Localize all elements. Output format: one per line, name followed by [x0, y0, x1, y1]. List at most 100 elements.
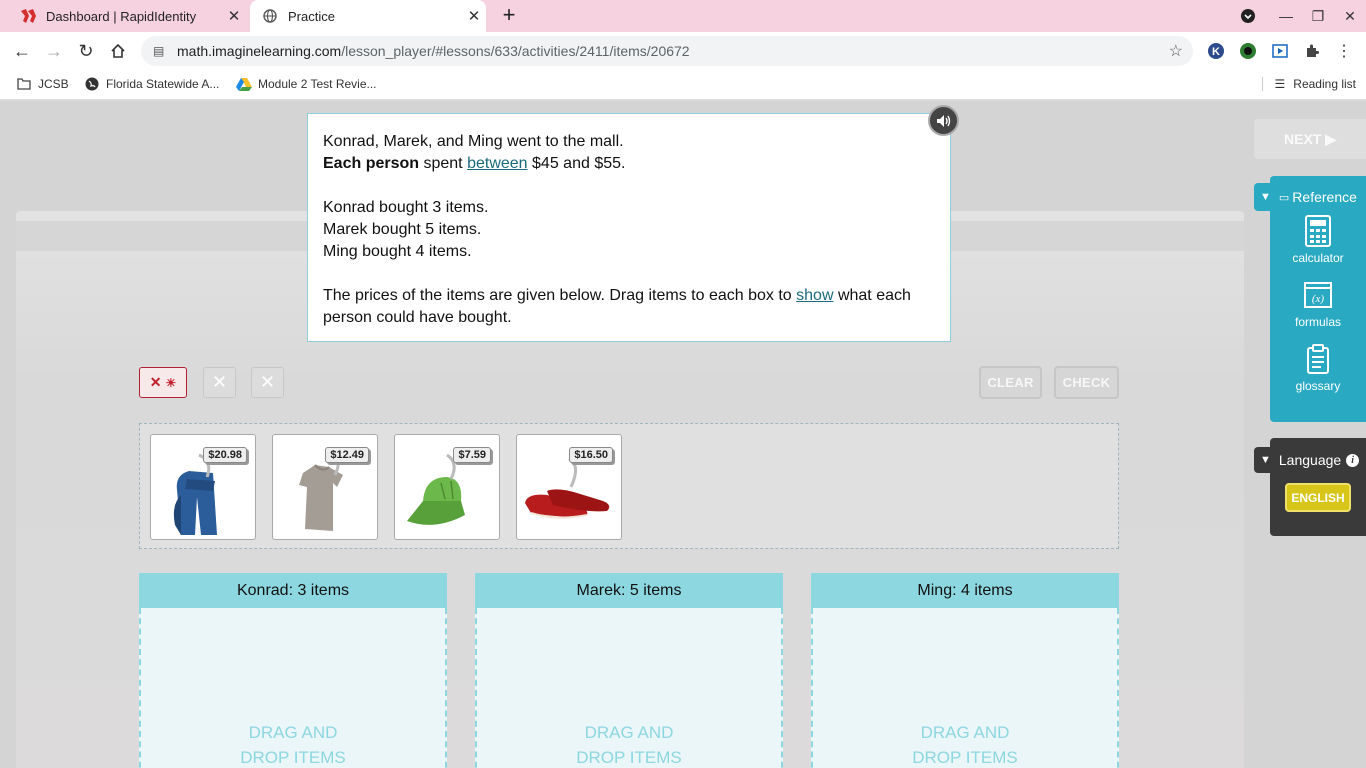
item-bank: $20.98 $12.49 $7.59 $16.50: [139, 423, 1119, 549]
reference-glossary[interactable]: glossary: [1270, 339, 1366, 403]
item-card-cap[interactable]: $7.59: [394, 434, 500, 540]
question-prompt: Konrad, Marek, and Ming went to the mall…: [307, 113, 951, 342]
reload-icon[interactable]: ↻: [72, 37, 100, 65]
speaker-icon: [936, 114, 950, 127]
site-info-icon[interactable]: ▤: [153, 44, 169, 58]
price-tag: $7.59: [453, 447, 491, 463]
browser-toolbar: ← → ↻ ▤ math.imaginelearning.com /lesson…: [0, 32, 1366, 70]
konrad-line: Konrad bought 3 items.: [323, 199, 489, 216]
restore-icon[interactable]: ❐: [1302, 0, 1334, 32]
prompt-text: spent: [423, 155, 463, 172]
shield-extension-icon[interactable]: [1238, 41, 1258, 61]
url-host: math.imaginelearning.com: [177, 43, 342, 59]
glossary-link-show[interactable]: show: [796, 287, 833, 304]
k-extension-icon[interactable]: K: [1206, 41, 1226, 61]
x-icon: ✕: [211, 372, 228, 392]
bookmarks-bar: JCSB Florida Statewide A... Module 2 Tes…: [0, 70, 1366, 100]
language-title: Language: [1278, 452, 1342, 468]
hint-button[interactable]: ✕ ☀: [139, 367, 187, 398]
price-tag: $16.50: [569, 447, 613, 463]
clear-button[interactable]: CLEAR: [979, 366, 1042, 399]
reference-label: glossary: [1295, 379, 1341, 393]
rapididentity-icon: [20, 8, 36, 24]
remove-button[interactable]: ✕: [203, 367, 236, 398]
tab-rapididentity[interactable]: Dashboard | RapidIdentity ✕: [8, 0, 246, 32]
prompt-bold: Each person: [323, 155, 420, 172]
reading-list[interactable]: ☰ Reading list: [1261, 77, 1356, 91]
reference-calculator[interactable]: calculator: [1270, 211, 1366, 275]
bookmark-module2[interactable]: Module 2 Test Revie...: [236, 77, 377, 91]
drop-placeholder: DRAG AND DROP ITEMS: [912, 723, 1018, 767]
glossary-link-between[interactable]: between: [467, 155, 528, 172]
english-button[interactable]: ENGLISH: [1285, 483, 1351, 512]
close-tab-icon[interactable]: ✕: [462, 7, 486, 25]
drop-box-konrad[interactable]: Konrad: 3 items DRAG AND DROP ITEMS: [139, 573, 447, 768]
lesson-player: Konrad, Marek, and Ming went to the mall…: [0, 101, 1366, 768]
audio-speaker-button[interactable]: [928, 105, 959, 136]
info-icon[interactable]: i: [1346, 453, 1360, 467]
reference-book-icon: ▭: [1278, 191, 1290, 204]
home-icon[interactable]: [104, 37, 132, 65]
price-tag: $12.49: [325, 447, 369, 463]
prompt-text: $45 and $55.: [532, 155, 626, 172]
check-button[interactable]: CHECK: [1054, 366, 1119, 399]
reference-formulas[interactable]: (x) formulas: [1270, 275, 1366, 339]
remove-all-button[interactable]: ✕: [251, 367, 284, 398]
bookmark-star-icon[interactable]: ☆: [1169, 41, 1183, 61]
media-extension-icon[interactable]: [1270, 41, 1290, 61]
minimize-icon[interactable]: —: [1270, 0, 1302, 32]
tab-practice[interactable]: Practice ✕: [250, 0, 486, 32]
prompt-line-1: Konrad, Marek, and Ming went to the mall…: [323, 133, 624, 150]
drop-zone[interactable]: DRAG AND DROP ITEMS: [139, 608, 447, 768]
item-card-shoes[interactable]: $16.50: [516, 434, 622, 540]
folder-icon: [16, 77, 32, 91]
address-bar[interactable]: ▤ math.imaginelearning.com /lesson_playe…: [141, 36, 1193, 66]
bookmark-jcsb[interactable]: JCSB: [16, 77, 69, 91]
drop-box-marek[interactable]: Marek: 5 items DRAG AND DROP ITEMS: [475, 573, 783, 768]
bookmark-label: Florida Statewide A...: [106, 77, 220, 91]
calculator-icon: [1305, 211, 1331, 251]
tab-search-icon[interactable]: [1232, 0, 1264, 32]
item-card-jeans[interactable]: $20.98: [150, 434, 256, 540]
close-tab-icon[interactable]: ✕: [222, 7, 246, 25]
back-icon[interactable]: ←: [8, 37, 36, 65]
drop-zone[interactable]: DRAG AND DROP ITEMS: [475, 608, 783, 768]
hint-bulb-icon: ☀: [165, 375, 177, 390]
close-window-icon[interactable]: ✕: [1334, 0, 1366, 32]
drive-icon: [236, 77, 252, 91]
collapse-triangle-icon: ▼: [1260, 191, 1271, 203]
bookmark-label: Module 2 Test Revie...: [258, 77, 377, 91]
reading-list-label: Reading list: [1293, 77, 1356, 91]
bookmark-florida[interactable]: Florida Statewide A...: [84, 77, 219, 91]
reference-title: Reference: [1292, 189, 1357, 205]
drop-box-header: Konrad: 3 items: [139, 573, 447, 608]
item-card-tshirt[interactable]: $12.49: [272, 434, 378, 540]
formulas-icon: (x): [1304, 275, 1332, 315]
globe-dark-icon: [84, 77, 100, 91]
marek-line: Marek bought 5 items.: [323, 221, 482, 238]
next-button[interactable]: NEXT ▶: [1254, 119, 1366, 159]
globe-icon: [262, 8, 278, 24]
prompt-text: The prices of the items are given below.…: [323, 287, 792, 304]
glossary-icon: [1307, 339, 1329, 379]
extensions-puzzle-icon[interactable]: [1302, 41, 1322, 61]
drop-box-ming[interactable]: Ming: 4 items DRAG AND DROP ITEMS: [811, 573, 1119, 768]
price-tag: $20.98: [203, 447, 247, 463]
tab-strip: Dashboard | RapidIdentity ✕ Practice ✕ +…: [0, 0, 1366, 32]
new-tab-icon[interactable]: +: [497, 4, 521, 28]
reference-items: calculator (x) formulas glossary: [1270, 211, 1366, 403]
forward-icon[interactable]: →: [40, 37, 68, 65]
reading-list-icon: ☰: [1274, 77, 1286, 91]
drop-box-header: Marek: 5 items: [475, 573, 783, 608]
menu-kebab-icon[interactable]: ⋮: [1334, 41, 1354, 61]
url-path: /lesson_player/#lessons/633/activities/2…: [341, 43, 690, 59]
drop-placeholder: DRAG AND DROP ITEMS: [240, 723, 346, 767]
prompt-line-2: Each person spent between $45 and $55.: [323, 153, 935, 175]
reference-toggle[interactable]: ▼ ▭ Reference: [1254, 183, 1366, 211]
svg-text:K: K: [1212, 46, 1220, 58]
language-toggle[interactable]: ▼ Language i: [1254, 447, 1366, 473]
instruction-line: The prices of the items are given below.…: [323, 285, 935, 329]
drop-zone[interactable]: DRAG AND DROP ITEMS: [811, 608, 1119, 768]
x-icon: ✕: [259, 372, 276, 392]
drop-box-header: Ming: 4 items: [811, 573, 1119, 608]
